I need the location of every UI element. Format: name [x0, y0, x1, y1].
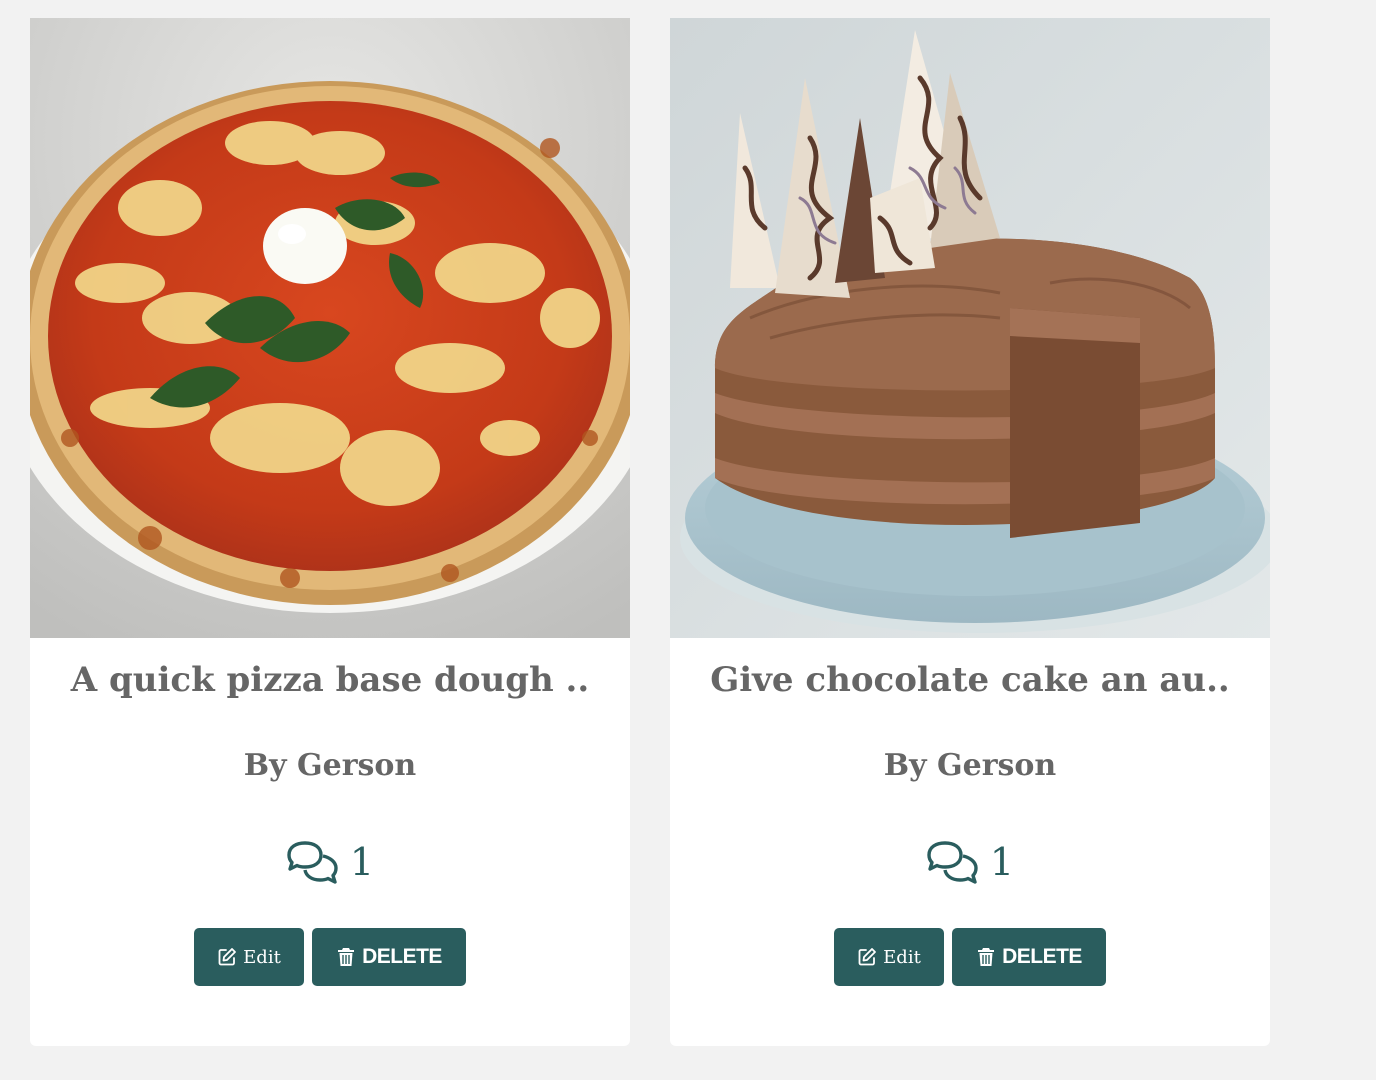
- recipe-author: By Gerson: [883, 748, 1057, 783]
- pizza-photo[interactable]: [30, 18, 630, 638]
- comment-count: 1: [989, 840, 1015, 884]
- edit-icon: [218, 948, 237, 966]
- delete-button[interactable]: DELETE: [312, 928, 466, 986]
- comments-count[interactable]: 1: [670, 840, 1270, 884]
- edit-button[interactable]: Edit: [834, 928, 944, 986]
- card-actions: Edit DELETE: [670, 928, 1270, 986]
- recipe-title[interactable]: A quick pizza base dough ..: [30, 660, 630, 700]
- comments-icon: [287, 841, 338, 884]
- delete-button[interactable]: DELETE: [952, 928, 1106, 986]
- comments-count[interactable]: 1: [30, 840, 630, 884]
- edit-label: Edit: [883, 946, 921, 968]
- comments-icon: [927, 841, 978, 884]
- trash-icon: [978, 948, 995, 966]
- recipe-card: A quick pizza base dough .. By Gerson 1 …: [30, 18, 630, 1046]
- card-actions: Edit DELETE: [30, 928, 630, 986]
- delete-label: DELETE: [1002, 945, 1082, 968]
- edit-label: Edit: [243, 946, 281, 968]
- recipe-author: By Gerson: [243, 748, 417, 783]
- recipe-card: Give chocolate cake an au.. By Gerson 1 …: [670, 18, 1270, 1046]
- trash-icon: [338, 948, 355, 966]
- edit-button[interactable]: Edit: [194, 928, 304, 986]
- delete-label: DELETE: [362, 945, 442, 968]
- comment-count: 1: [349, 840, 375, 884]
- recipe-title[interactable]: Give chocolate cake an au..: [670, 660, 1270, 700]
- chocolate-cake-photo[interactable]: [670, 18, 1270, 638]
- edit-icon: [858, 948, 877, 966]
